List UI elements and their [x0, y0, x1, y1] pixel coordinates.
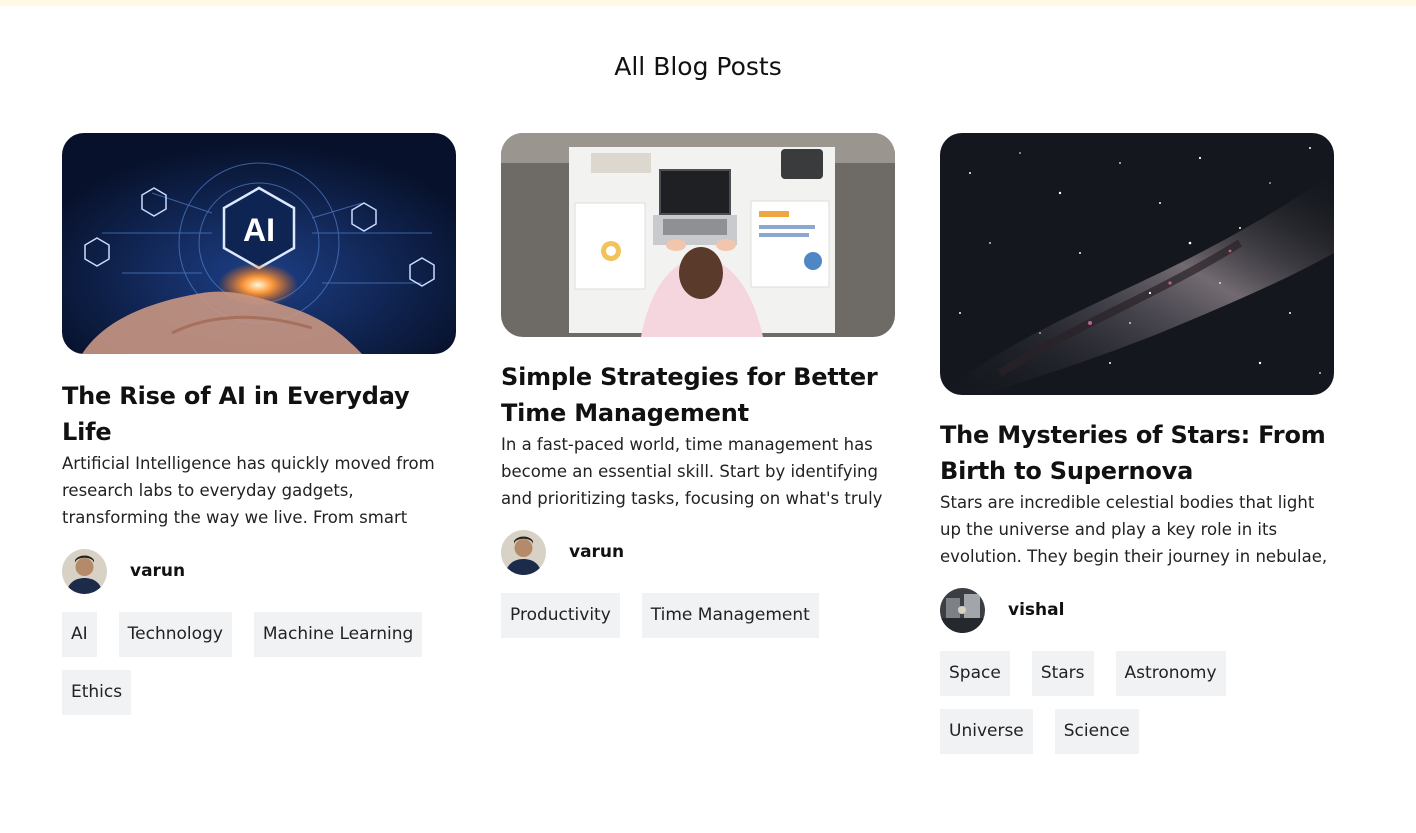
blog-card[interactable]: AI The Rise of AI in Everyday Life Artif…: [62, 133, 456, 728]
ai-badge-text: AI: [243, 212, 275, 248]
author-name[interactable]: varun: [130, 561, 185, 581]
tag-chip[interactable]: Productivity: [501, 593, 620, 638]
blog-card[interactable]: The Mysteries of Stars: From Birth to Su…: [940, 133, 1334, 767]
post-title[interactable]: The Rise of AI in Everyday Life: [62, 378, 456, 450]
post-excerpt: Stars are incredible celestial bodies th…: [940, 493, 1328, 566]
author-avatar: [501, 529, 546, 575]
post-author[interactable]: vishal: [940, 587, 1334, 633]
tag-list: AI Technology Machine Learning Ethics: [62, 612, 456, 728]
tag-chip[interactable]: Astronomy: [1115, 651, 1226, 696]
tag-chip[interactable]: Ethics: [62, 670, 132, 715]
tag-chip[interactable]: Space: [940, 651, 1010, 696]
post-cover-image[interactable]: [940, 133, 1334, 395]
tag-chip[interactable]: Machine Learning: [253, 612, 423, 657]
author-name[interactable]: vishal: [1008, 600, 1064, 620]
top-banner-strip: [0, 0, 1416, 6]
page-title: All Blog Posts: [614, 52, 782, 81]
author-avatar: [62, 548, 107, 594]
blog-card[interactable]: Simple Strategies for Better Time Manage…: [501, 133, 895, 651]
post-excerpt: In a fast-paced world, time management h…: [501, 435, 883, 508]
post-title[interactable]: The Mysteries of Stars: From Birth to Su…: [940, 417, 1334, 489]
tag-list: Productivity Time Management: [501, 593, 895, 651]
tag-chip[interactable]: Time Management: [641, 593, 819, 638]
tag-chip[interactable]: Stars: [1031, 651, 1094, 696]
post-cover-image[interactable]: [501, 133, 895, 337]
post-title[interactable]: Simple Strategies for Better Time Manage…: [501, 359, 895, 431]
tag-chip[interactable]: Science: [1054, 709, 1139, 754]
post-excerpt: Artificial Intelligence has quickly move…: [62, 454, 435, 527]
author-avatar: [940, 587, 985, 633]
post-cover-image[interactable]: AI: [62, 133, 456, 354]
tag-chip[interactable]: Technology: [118, 612, 232, 657]
tag-list: Space Stars Astronomy Universe Science: [940, 651, 1334, 767]
tag-chip[interactable]: AI: [62, 612, 97, 657]
post-author[interactable]: varun: [62, 548, 456, 594]
post-author[interactable]: varun: [501, 529, 895, 575]
tag-chip[interactable]: Universe: [940, 709, 1033, 754]
author-name[interactable]: varun: [569, 542, 624, 562]
